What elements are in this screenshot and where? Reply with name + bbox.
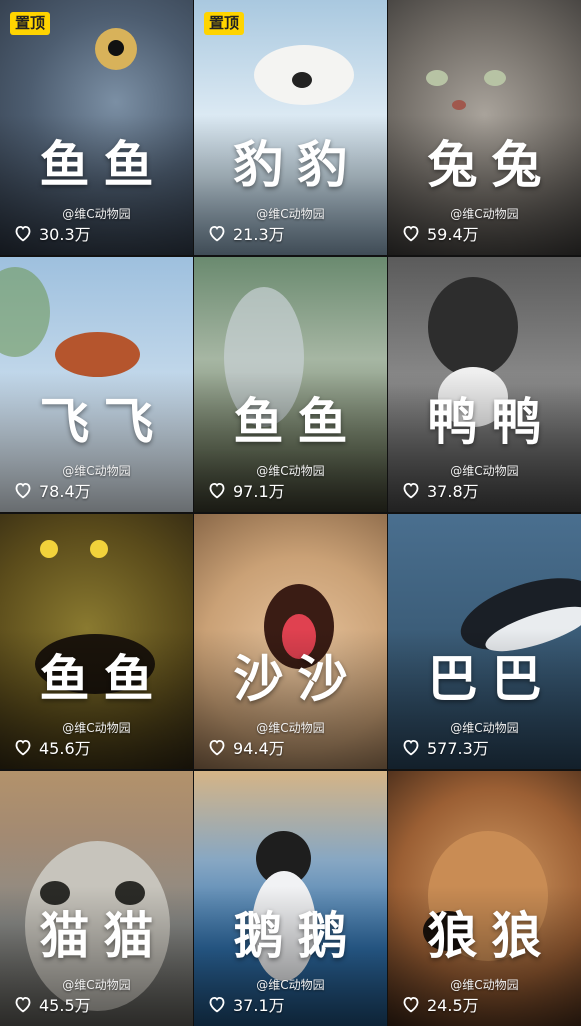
video-title: 鹅鹅 [233, 907, 362, 965]
like-count: 37.1万 [207, 992, 285, 1016]
creator-handle: @维C动物园 [450, 978, 519, 992]
like-count: 94.4万 [207, 735, 285, 759]
creator-handle: @维C动物园 [450, 721, 519, 735]
like-count: 45.6万 [13, 735, 91, 759]
video-title: 鱼鱼 [233, 393, 362, 451]
heart-outline-icon [403, 996, 419, 1013]
video-tile[interactable]: 巴巴 @维C动物园 577.3万 [388, 514, 581, 769]
like-count-value: 94.4万 [233, 739, 285, 758]
creator-handle: @维C动物园 [256, 464, 325, 478]
like-count: 24.5万 [401, 992, 479, 1016]
video-title: 兔兔 [427, 136, 556, 194]
video-tile[interactable]: 鱼鱼 @维C动物园 45.6万 [0, 514, 193, 769]
heart-outline-icon [209, 482, 225, 499]
like-count: 30.3万 [13, 221, 91, 245]
video-title: 鱼鱼 [39, 650, 168, 708]
like-count-value: 21.3万 [233, 225, 285, 244]
creator-handle: @维C动物园 [62, 978, 131, 992]
video-tile[interactable]: 鱼鱼 @维C动物园 97.1万 [194, 257, 387, 512]
creator-handle: @维C动物园 [62, 464, 131, 478]
video-tile[interactable]: 鸭鸭 @维C动物园 37.8万 [388, 257, 581, 512]
video-tile[interactable]: 兔兔 @维C动物园 59.4万 [388, 0, 581, 255]
creator-handle: @维C动物园 [450, 207, 519, 221]
like-count-value: 24.5万 [427, 996, 479, 1015]
video-tile[interactable]: 狼狼 @维C动物园 24.5万 [388, 771, 581, 1026]
like-count-value: 97.1万 [233, 482, 285, 501]
video-tile[interactable]: 飞飞 @维C动物园 78.4万 [0, 257, 193, 512]
like-count: 577.3万 [401, 735, 489, 759]
creator-handle: @维C动物园 [62, 721, 131, 735]
creator-handle: @维C动物园 [256, 207, 325, 221]
video-title: 飞飞 [39, 393, 168, 451]
like-count: 45.5万 [13, 992, 91, 1016]
video-title: 巴巴 [427, 650, 556, 708]
pinned-badge: 置顶 [10, 12, 51, 36]
heart-outline-icon [15, 996, 31, 1013]
heart-outline-icon [403, 739, 419, 756]
heart-outline-icon [209, 996, 225, 1013]
like-count-value: 577.3万 [427, 739, 489, 758]
video-title: 豹豹 [233, 136, 362, 194]
like-count-value: 30.3万 [39, 225, 91, 244]
video-title: 沙沙 [233, 650, 362, 708]
like-count-value: 37.1万 [233, 996, 285, 1015]
like-count: 21.3万 [207, 221, 285, 245]
creator-handle: @维C动物园 [62, 207, 131, 221]
heart-outline-icon [209, 225, 225, 242]
video-title: 鸭鸭 [427, 393, 556, 451]
like-count: 37.8万 [401, 478, 479, 502]
like-count-value: 59.4万 [427, 225, 479, 244]
like-count-value: 45.5万 [39, 996, 91, 1015]
video-title: 狼狼 [427, 907, 556, 965]
heart-outline-icon [15, 225, 31, 242]
like-count-value: 45.6万 [39, 739, 91, 758]
heart-outline-icon [403, 482, 419, 499]
heart-outline-icon [403, 225, 419, 242]
heart-outline-icon [209, 739, 225, 756]
creator-handle: @维C动物园 [450, 464, 519, 478]
like-count: 59.4万 [401, 221, 479, 245]
like-count: 78.4万 [13, 478, 91, 502]
video-tile[interactable]: 沙沙 @维C动物园 94.4万 [194, 514, 387, 769]
creator-handle: @维C动物园 [256, 721, 325, 735]
heart-outline-icon [15, 482, 31, 499]
video-tile[interactable]: 置顶 豹豹 @维C动物园 21.3万 [194, 0, 387, 255]
video-title: 猫猫 [39, 907, 168, 965]
like-count-value: 37.8万 [427, 482, 479, 501]
video-tile[interactable]: 猫猫 @维C动物园 45.5万 [0, 771, 193, 1026]
heart-outline-icon [15, 739, 31, 756]
video-title: 鱼鱼 [39, 136, 168, 194]
pinned-badge: 置顶 [204, 12, 245, 36]
video-tile[interactable]: 置顶 鱼鱼 @维C动物园 30.3万 [0, 0, 193, 255]
like-count-value: 78.4万 [39, 482, 91, 501]
creator-handle: @维C动物园 [256, 978, 325, 992]
video-grid: 置顶 鱼鱼 @维C动物园 30.3万 置顶 豹豹 @维C动物园 21.3万 兔兔 [0, 0, 581, 1026]
video-tile[interactable]: 鹅鹅 @维C动物园 37.1万 [194, 771, 387, 1026]
like-count: 97.1万 [207, 478, 285, 502]
